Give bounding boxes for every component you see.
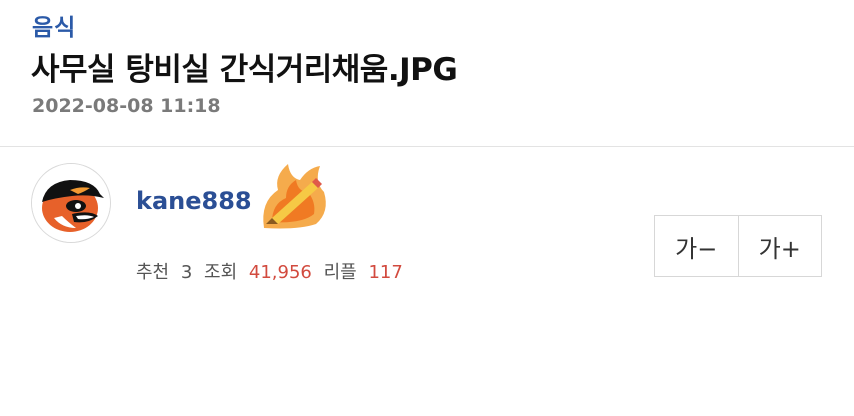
divider [0, 146, 854, 147]
recommend-count: 3 [180, 262, 193, 283]
replies-count[interactable]: 117 [368, 262, 402, 283]
views-count: 41,956 [248, 262, 312, 283]
post-category[interactable]: 음식 [32, 8, 76, 42]
font-size-controls: 가− 가+ [654, 215, 822, 277]
post-stats: 추천 3 조회 41,956 리플 117 [136, 258, 403, 284]
orioles-bird-icon [32, 164, 110, 242]
replies-label: 리플 [323, 262, 357, 283]
author-name[interactable]: kane888 [136, 187, 252, 215]
font-increase-button[interactable]: 가+ [737, 216, 821, 276]
avatar[interactable] [31, 163, 111, 243]
font-decrease-button[interactable]: 가− [655, 216, 738, 276]
recommend-label: 추천 [136, 262, 170, 283]
post-date: 2022-08-08 11:18 [32, 95, 221, 117]
views-label: 조회 [204, 262, 238, 283]
post-title: 사무실 탕비실 간식거리채움.JPG [31, 52, 458, 88]
flaming-pencil-icon [258, 162, 330, 230]
